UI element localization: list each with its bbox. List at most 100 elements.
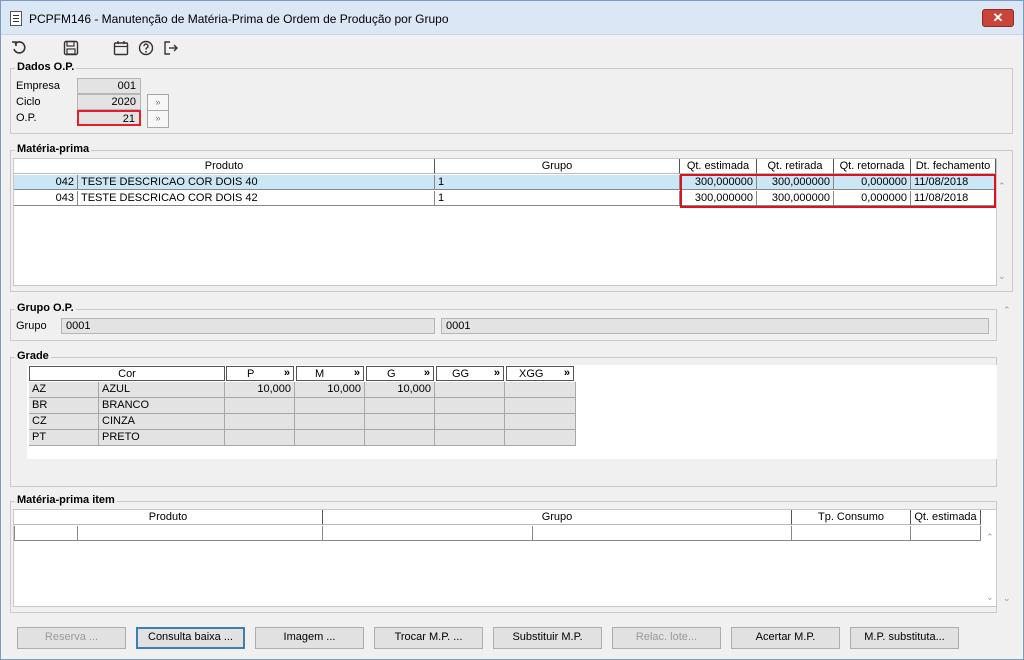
row2-produto[interactable]: TESTE DESCRICAO COR DOIS 42: [78, 191, 435, 206]
size-gg-label: GG: [452, 368, 470, 380]
col-qt-retirada[interactable]: Qt. retirada: [757, 159, 834, 174]
grade-row-br-gg[interactable]: [435, 398, 505, 414]
row1-produto[interactable]: TESTE DESCRICAO COR DOIS 40: [78, 175, 435, 190]
grade-row-az-codigo[interactable]: AZ: [29, 382, 99, 398]
grade-row-br-xgg[interactable]: [505, 398, 576, 414]
grade-col-p[interactable]: P»: [226, 366, 294, 381]
item-row-qt-estimada[interactable]: [911, 526, 981, 541]
col-qt-estimada[interactable]: Qt. estimada: [680, 159, 757, 174]
grade-row-az-cor[interactable]: AZUL: [99, 382, 225, 398]
col-dt-fechamento[interactable]: Dt. fechamento: [911, 159, 996, 174]
size-xgg-more-button[interactable]: »: [564, 366, 570, 380]
grade-row-az-p[interactable]: 10,000: [225, 382, 295, 398]
grade-col-gg[interactable]: GG »: [436, 366, 504, 381]
grade-row-pt-p[interactable]: [225, 430, 295, 446]
page-scroll-up-icon[interactable]: ⌃: [1003, 305, 1011, 316]
empresa-field[interactable]: 001: [77, 78, 141, 94]
op-field[interactable]: 21: [77, 110, 141, 126]
grade-row-cz-m[interactable]: [295, 414, 365, 430]
row2-grupo[interactable]: 1: [435, 191, 680, 206]
imagem-button[interactable]: Imagem ...: [255, 627, 364, 649]
ciclo-label: Ciclo: [16, 96, 41, 108]
grade-row-br-cor[interactable]: BRANCO: [99, 398, 225, 414]
size-p-more-button[interactable]: »: [284, 366, 290, 380]
op-lookup-button[interactable]: »: [147, 110, 169, 128]
item-scroll-up-icon[interactable]: ⌃: [986, 532, 994, 543]
grade-row-az-g[interactable]: 10,000: [365, 382, 435, 398]
row2-codigo[interactable]: 043: [14, 191, 78, 206]
grade-row-pt-xgg[interactable]: [505, 430, 576, 446]
materia-prima-label: Matéria-prima: [15, 143, 92, 155]
grade-row-az-m[interactable]: 10,000: [295, 382, 365, 398]
grade-row-cz-cor[interactable]: CINZA: [99, 414, 225, 430]
grade-row-pt-g[interactable]: [365, 430, 435, 446]
mp-substituta-button[interactable]: M.P. substituta...: [850, 627, 959, 649]
item-row-grupo-descricao[interactable]: [533, 526, 792, 541]
grupo-descricao-field[interactable]: 0001: [441, 318, 989, 334]
grade-row-pt-codigo[interactable]: PT: [29, 430, 99, 446]
grade-row-cz-xgg[interactable]: [505, 414, 576, 430]
size-gg-more-button[interactable]: »: [494, 366, 500, 380]
consulta-baixa-button[interactable]: Consulta baixa ...: [136, 627, 245, 649]
grade-row-br-m[interactable]: [295, 398, 365, 414]
scroll-up-icon[interactable]: ⌃: [998, 181, 1006, 192]
size-m-more-button[interactable]: »: [354, 366, 360, 380]
item-row-grupo-codigo[interactable]: [323, 526, 533, 541]
grade-row-br-p[interactable]: [225, 398, 295, 414]
grupo-codigo-field[interactable]: 0001: [61, 318, 435, 334]
close-button[interactable]: ✕: [982, 9, 1014, 27]
materia-prima-item-grid[interactable]: Produto Grupo Tp. Consumo Qt. estimada ⌃…: [13, 509, 997, 607]
grade-row-pt-gg[interactable]: [435, 430, 505, 446]
ciclo-field[interactable]: 2020: [77, 94, 141, 110]
size-m-label: M: [315, 368, 325, 380]
exit-button[interactable]: [161, 38, 181, 58]
grade-row-az-gg[interactable]: [435, 382, 505, 398]
item-col-tp-consumo[interactable]: Tp. Consumo: [792, 510, 911, 525]
grade-row-br-g[interactable]: [365, 398, 435, 414]
grade-col-cor[interactable]: Cor: [29, 366, 225, 381]
grade-col-g[interactable]: G»: [366, 366, 434, 381]
scroll-down-icon[interactable]: ⌄: [998, 271, 1006, 282]
undo-button[interactable]: [9, 38, 29, 58]
col-grupo[interactable]: Grupo: [435, 159, 680, 174]
trocar-mp-button[interactable]: Trocar M.P. ...: [374, 627, 483, 649]
item-col-grupo[interactable]: Grupo: [323, 510, 792, 525]
save-button[interactable]: [61, 38, 81, 58]
item-row-codigo[interactable]: [14, 526, 78, 541]
col-qt-retornada[interactable]: Qt. retornada: [834, 159, 911, 174]
help-button[interactable]: [136, 38, 156, 58]
grade-row-pt-cor[interactable]: PRETO: [99, 430, 225, 446]
size-g-more-button[interactable]: »: [424, 366, 430, 380]
reserva-button[interactable]: Reserva ...: [17, 627, 126, 649]
grade-grid[interactable]: Cor P» M» G» GG» XGG» AZ AZUL 10,000 10,…: [27, 365, 997, 459]
title-bar: PCPFM146 - Manutenção de Matéria-Prima d…: [1, 1, 1023, 35]
grade-row-cz-g[interactable]: [365, 414, 435, 430]
window-title: PCPFM146 - Manutenção de Matéria-Prima d…: [29, 12, 449, 26]
materia-prima-grid[interactable]: Produto Grupo Qt. estimada Qt. retirada …: [13, 158, 1006, 286]
materia-prima-item-label: Matéria-prima item: [15, 494, 117, 506]
grade-row-pt-m[interactable]: [295, 430, 365, 446]
item-col-produto[interactable]: Produto: [14, 510, 323, 525]
document-icon: [10, 11, 22, 26]
grade-row-cz-gg[interactable]: [435, 414, 505, 430]
row1-codigo[interactable]: 042: [14, 175, 78, 190]
acertar-mp-button[interactable]: Acertar M.P.: [731, 627, 840, 649]
substituir-mp-button[interactable]: Substituir M.P.: [493, 627, 602, 649]
page-scroll-down-icon[interactable]: ⌄: [1003, 593, 1011, 604]
grade-row-br-codigo[interactable]: BR: [29, 398, 99, 414]
grade-row-az-xgg[interactable]: [505, 382, 576, 398]
calendar-button[interactable]: [111, 38, 131, 58]
item-col-qt-estimada[interactable]: Qt. estimada: [911, 510, 981, 525]
undo-icon: [12, 41, 26, 54]
row1-grupo[interactable]: 1: [435, 175, 680, 190]
grade-row-cz-p[interactable]: [225, 414, 295, 430]
col-produto[interactable]: Produto: [14, 159, 435, 174]
item-row-tp-consumo[interactable]: [792, 526, 911, 541]
grade-col-m[interactable]: M»: [296, 366, 364, 381]
item-row-produto[interactable]: [78, 526, 323, 541]
grade-label: Grade: [15, 350, 51, 362]
grade-col-xgg[interactable]: XGG »: [506, 366, 574, 381]
item-scroll-down-icon[interactable]: ⌄: [986, 592, 994, 603]
relac-lote-button[interactable]: Relac. lote...: [612, 627, 721, 649]
grade-row-cz-codigo[interactable]: CZ: [29, 414, 99, 430]
